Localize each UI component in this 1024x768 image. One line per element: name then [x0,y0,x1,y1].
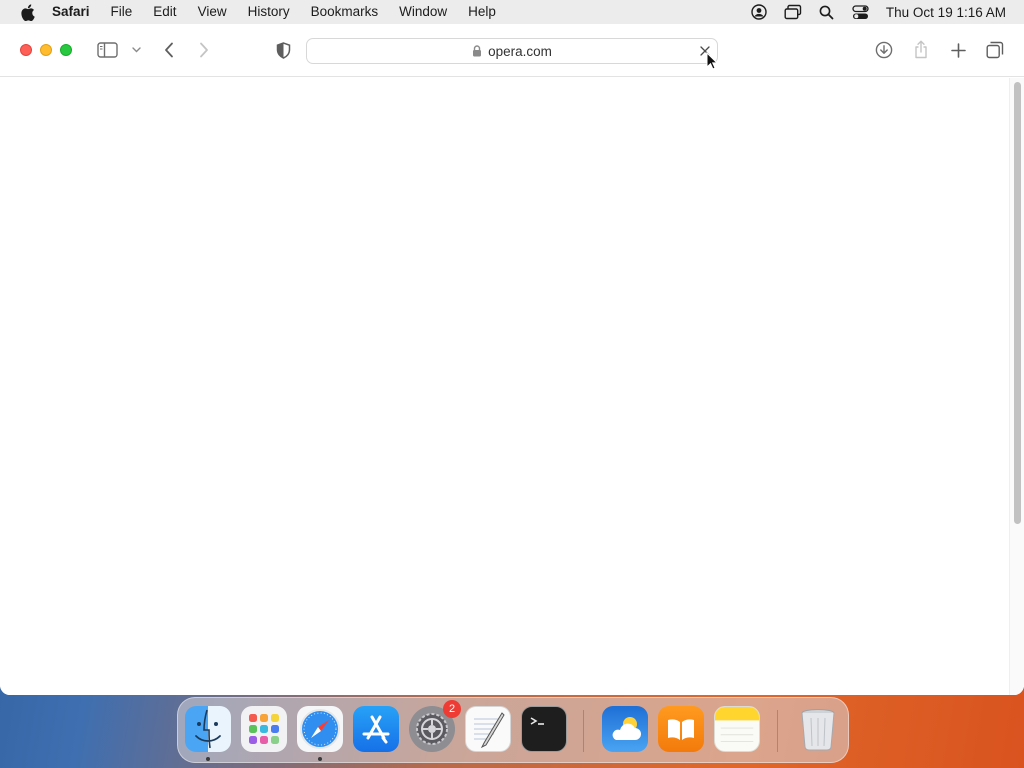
safari-app-icon[interactable] [297,706,343,752]
lock-icon [472,45,482,57]
menu-app-name[interactable]: Safari [52,0,90,24]
terminal-app-icon[interactable] [521,706,567,752]
books-app-icon[interactable] [658,706,704,752]
finder-app-icon[interactable] [185,706,231,752]
back-icon[interactable] [160,40,178,60]
dock-separator [777,710,778,752]
privacy-shield-icon[interactable] [273,40,293,60]
address-bar-url[interactable]: opera.com [488,44,552,59]
control-center-icon[interactable] [852,3,870,21]
web-content-area[interactable] [0,78,1024,695]
chevron-down-icon[interactable] [130,45,142,55]
dock: 2 [177,697,849,763]
tab-overview-icon[interactable] [985,40,1005,60]
scrollbar-thumb[interactable] [1014,82,1021,524]
safari-window: opera.com [0,24,1024,695]
system-settings-app-icon[interactable]: 2 [409,700,461,752]
menu-edit[interactable]: Edit [153,0,176,24]
forward-icon[interactable] [195,40,213,60]
menu-file[interactable]: File [111,0,133,24]
minimize-window-button[interactable] [40,44,52,56]
new-tab-icon[interactable] [948,40,968,60]
notes-app-icon[interactable] [714,706,760,752]
app-store-app-icon[interactable] [353,706,399,752]
user-account-icon[interactable] [750,3,768,21]
weather-app-icon[interactable] [602,706,648,752]
vertical-scrollbar[interactable] [1009,78,1024,695]
menu-window[interactable]: Window [399,0,447,24]
menu-view[interactable]: View [198,0,227,24]
apple-menu-icon[interactable] [18,3,36,21]
download-icon[interactable] [874,40,894,60]
spotlight-search-icon[interactable] [818,3,836,21]
browser-toolbar: opera.com [0,24,1024,77]
dock-separator [583,710,584,752]
mouse-cursor-icon [706,51,719,70]
menu-bar-clock[interactable]: Thu Oct 19 1:16 AM [886,5,1006,20]
trash-icon[interactable] [795,706,841,752]
running-indicator [206,757,210,761]
sidebar-icon[interactable] [96,41,118,59]
menu-bookmarks[interactable]: Bookmarks [311,0,379,24]
menu-bar-status-area: Thu Oct 19 1:16 AM [750,0,1024,24]
notification-badge: 2 [443,700,461,718]
zoom-window-button[interactable] [60,44,72,56]
menu-bar: Safari File Edit View History Bookmarks … [0,0,1024,24]
screen-mirroring-icon[interactable] [784,3,802,21]
address-bar[interactable]: opera.com [306,38,718,64]
running-indicator [318,757,322,761]
close-window-button[interactable] [20,44,32,56]
menu-history[interactable]: History [248,0,290,24]
launchpad-app-icon[interactable] [241,706,287,752]
textedit-app-icon[interactable] [465,706,511,752]
share-icon[interactable] [912,38,930,60]
menu-help[interactable]: Help [468,0,496,24]
